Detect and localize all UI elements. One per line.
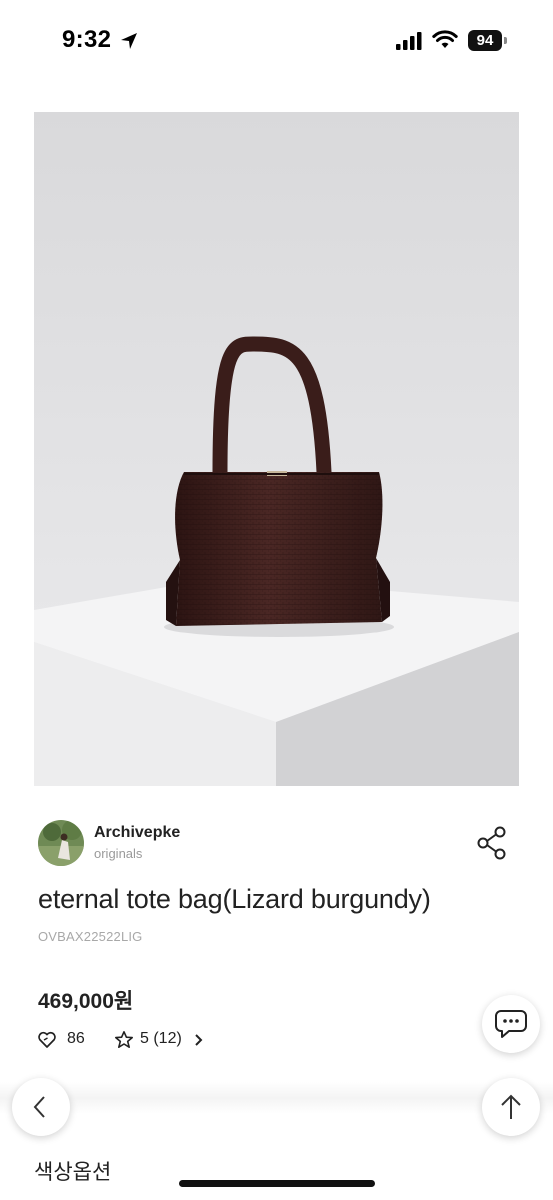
status-time: 9:32 <box>62 26 112 53</box>
chat-button[interactable] <box>482 995 540 1053</box>
product-image[interactable] <box>34 112 519 786</box>
product-title: eternal tote bag(Lizard burgundy) <box>38 884 431 914</box>
wifi-icon <box>432 30 458 48</box>
seller-avatar[interactable] <box>38 820 84 866</box>
share-button[interactable] <box>474 824 512 862</box>
color-option-label[interactable]: 색상옵션 <box>34 1156 111 1186</box>
chevron-left-icon <box>33 1096 45 1118</box>
product-photo <box>34 112 519 786</box>
rating-text: 5 (12) <box>140 1030 182 1047</box>
seller-name[interactable]: Archivepke <box>94 824 180 842</box>
battery-nub <box>504 37 507 44</box>
back-button[interactable] <box>12 1078 70 1136</box>
share-icon <box>477 826 506 860</box>
seller-subtitle: originals <box>94 846 143 861</box>
like-count: 86 <box>67 1030 85 1047</box>
home-indicator[interactable] <box>179 1180 375 1187</box>
signal-icon <box>396 32 422 50</box>
status-bar: 9:32 94 <box>0 0 553 80</box>
divider <box>0 1082 553 1114</box>
heart-icon[interactable] <box>37 1030 57 1050</box>
product-price: 469,000원 <box>38 990 134 1013</box>
battery-icon: 94 <box>468 30 502 51</box>
chat-icon <box>495 1010 527 1038</box>
chevron-right-icon <box>195 1034 203 1046</box>
product-code: OVBAX22522LIG <box>38 929 143 944</box>
scroll-top-button[interactable] <box>482 1078 540 1136</box>
arrow-up-icon <box>501 1094 521 1119</box>
star-icon <box>115 1031 133 1048</box>
location-arrow-icon <box>121 33 137 49</box>
